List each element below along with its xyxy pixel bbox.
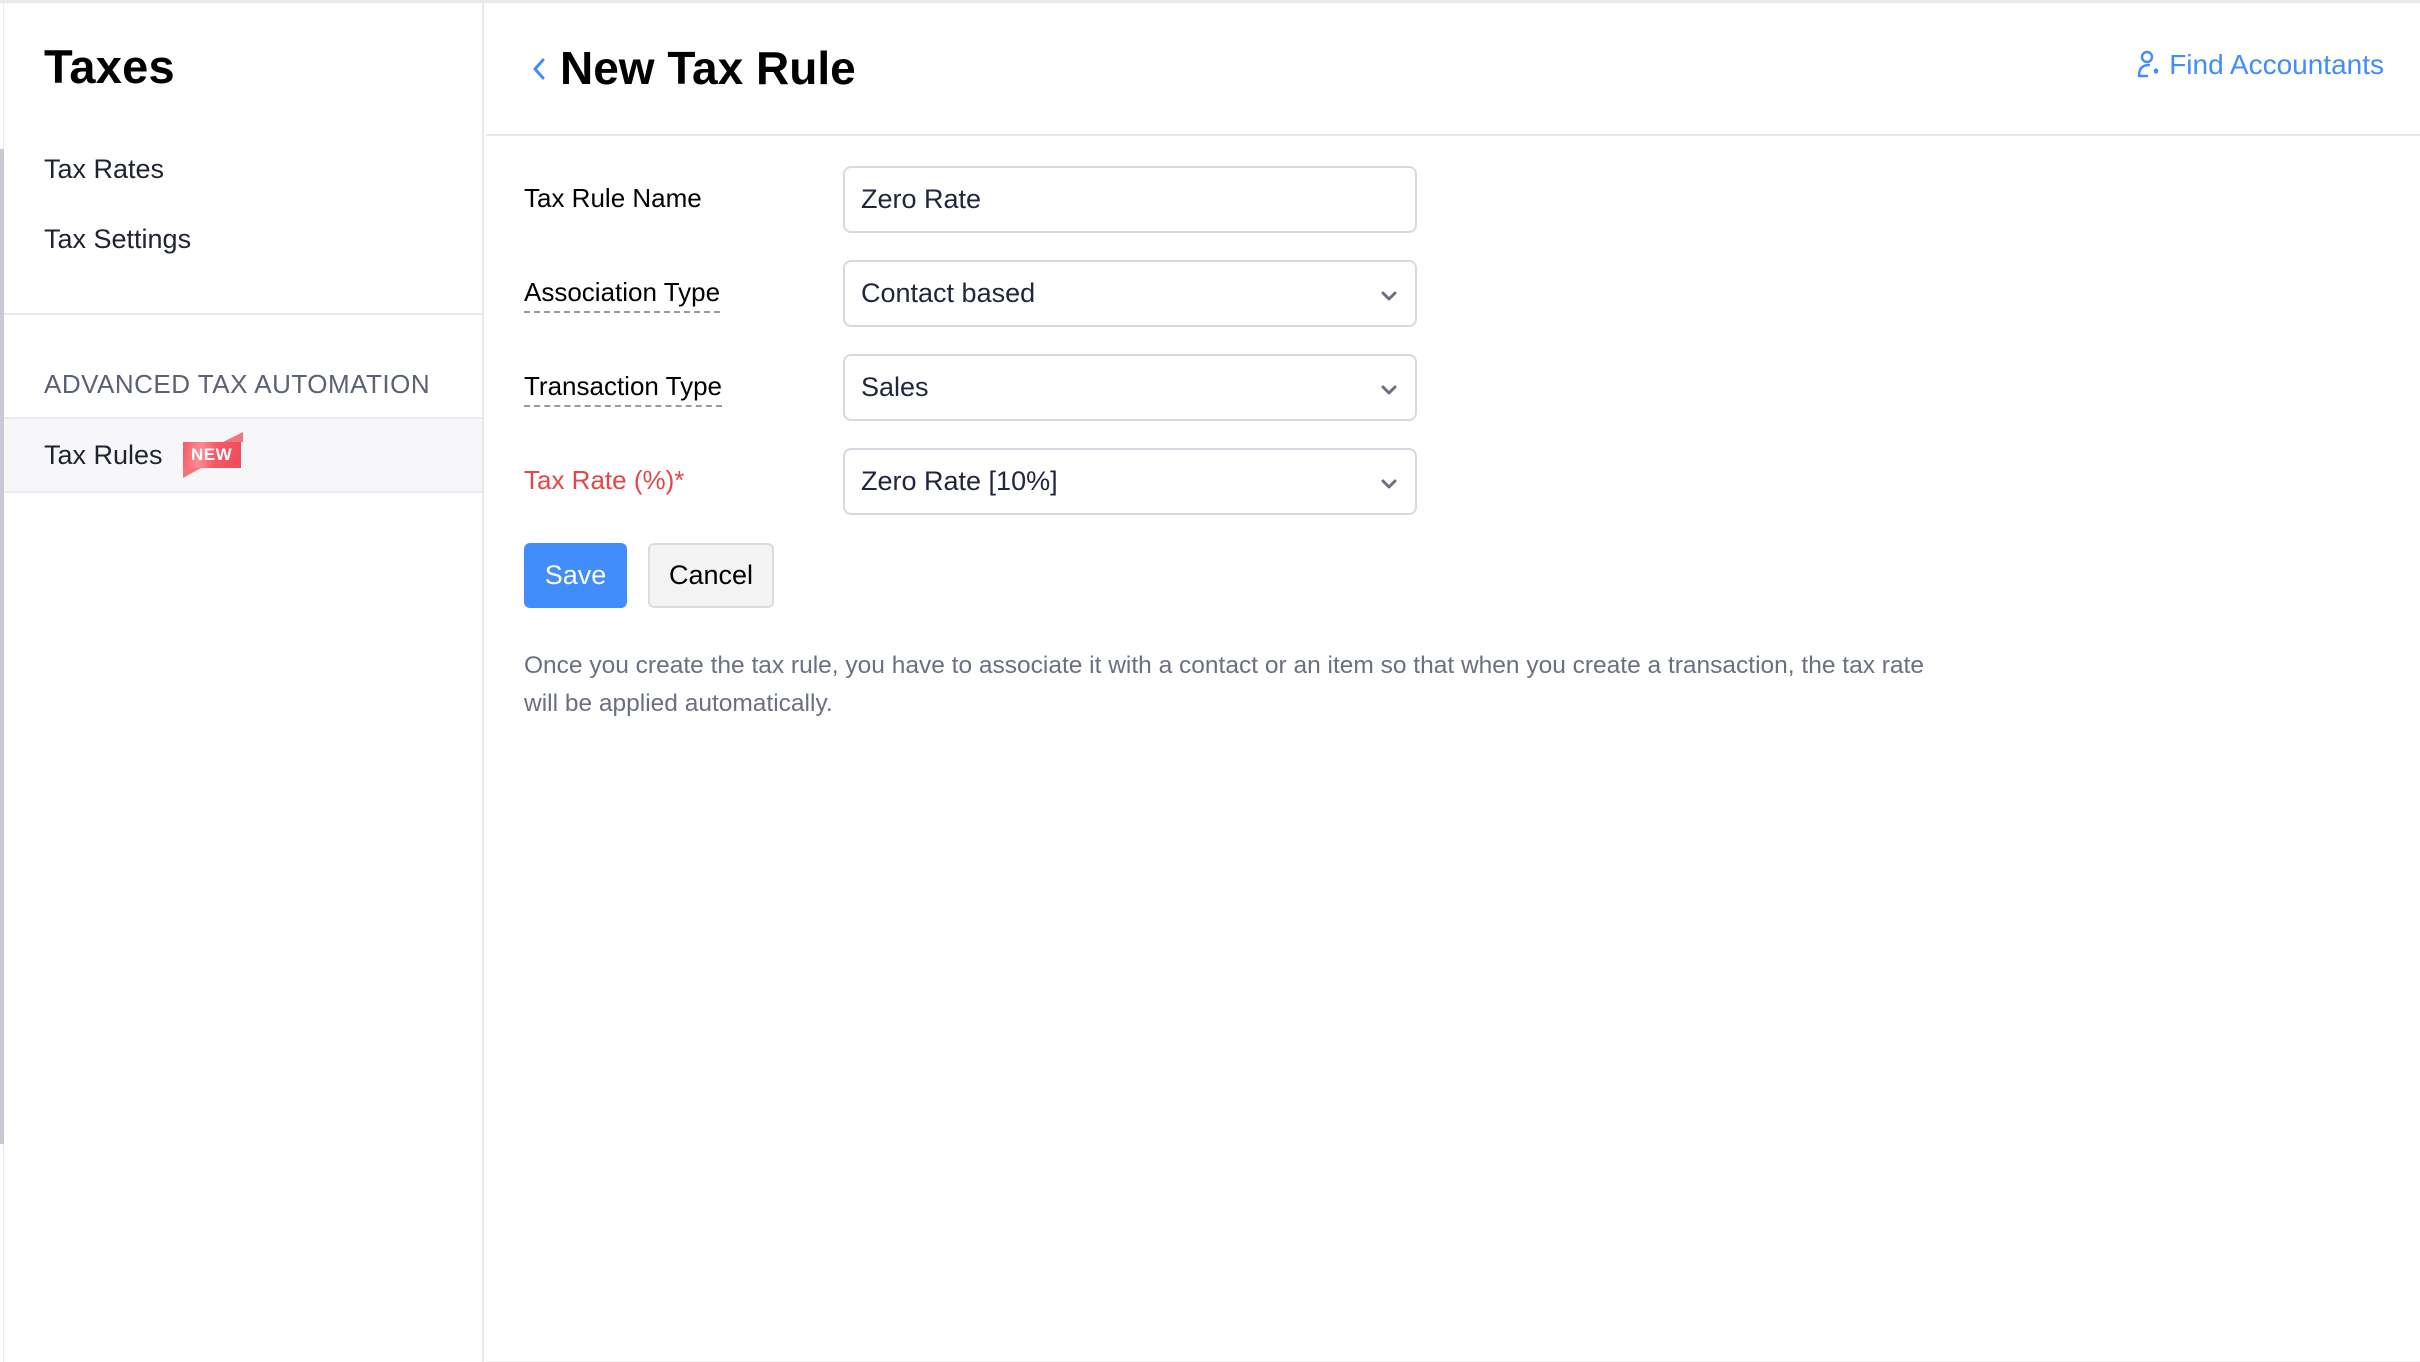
- page-title: New Tax Rule: [560, 42, 856, 94]
- badge-fold-bottom: [182, 468, 201, 478]
- sidebar-item-label: Tax Rates: [44, 153, 165, 184]
- new-badge-label: NEW: [182, 442, 241, 468]
- chevron-left-icon: [533, 58, 545, 80]
- help-text: Once you create the tax rule, you have t…: [524, 652, 1924, 717]
- transaction-type-value: Sales: [861, 372, 929, 402]
- new-badge: NEW: [181, 432, 243, 478]
- chevron-down-icon: [1381, 291, 1397, 301]
- sidebar-item-label: Tax Settings: [44, 223, 192, 254]
- sidebar-item-tax-rules[interactable]: Tax Rules NEW: [4, 417, 482, 493]
- user-star-icon: [2137, 50, 2159, 78]
- form-row-transaction-type: Transaction Type Sales: [524, 354, 1624, 422]
- sidebar-item-label: Tax Rules: [44, 439, 163, 470]
- association-type-select[interactable]: Contact based: [843, 260, 1417, 327]
- sidebar-title: Taxes: [44, 40, 175, 93]
- transaction-type-label: Transaction Type: [524, 371, 722, 407]
- cancel-button[interactable]: Cancel: [648, 543, 774, 608]
- transaction-type-select[interactable]: Sales: [843, 354, 1417, 421]
- association-type-label: Association Type: [524, 277, 721, 313]
- association-type-value: Contact based: [861, 278, 1036, 308]
- app-window: Taxes Tax Rates Tax Settings ADVANCED TA…: [0, 0, 2420, 1362]
- form-row-association-type: Association Type Contact based: [524, 260, 1624, 328]
- back-button[interactable]: [524, 51, 554, 87]
- save-button[interactable]: Save: [524, 543, 627, 608]
- page-header: New Tax Rule Find Accountants: [486, 3, 2420, 136]
- chevron-down-icon: [1381, 385, 1397, 395]
- sidebar-divider: [4, 313, 482, 315]
- sidebar-item-tax-rates[interactable]: Tax Rates: [4, 141, 482, 197]
- badge-fold-top: [222, 432, 243, 442]
- form-row-tax-rule-name: Tax Rule Name: [524, 166, 1624, 234]
- find-accountants-label: Find Accountants: [2169, 49, 2384, 80]
- tax-rate-label: Tax Rate (%)*: [524, 465, 685, 495]
- tax-rate-value: Zero Rate [10%]: [861, 466, 1058, 496]
- sidebar-section-heading: ADVANCED TAX AUTOMATION: [44, 369, 431, 399]
- tax-rule-name-label: Tax Rule Name: [524, 183, 702, 213]
- tax-rule-name-field[interactable]: [843, 166, 1417, 233]
- sidebar-item-tax-settings[interactable]: Tax Settings: [4, 211, 482, 267]
- tax-rule-name-input[interactable]: [861, 184, 1415, 215]
- sidebar: Taxes Tax Rates Tax Settings ADVANCED TA…: [4, 3, 484, 1362]
- chevron-down-icon: [1381, 479, 1397, 489]
- find-accountants-link[interactable]: Find Accountants: [2137, 49, 2384, 81]
- tax-rate-select[interactable]: Zero Rate [10%]: [843, 448, 1417, 515]
- form-row-tax-rate: Tax Rate (%)* Zero Rate [10%]: [524, 448, 1624, 516]
- main-content: New Tax Rule Find Accountants Tax Rule N…: [486, 3, 2420, 1362]
